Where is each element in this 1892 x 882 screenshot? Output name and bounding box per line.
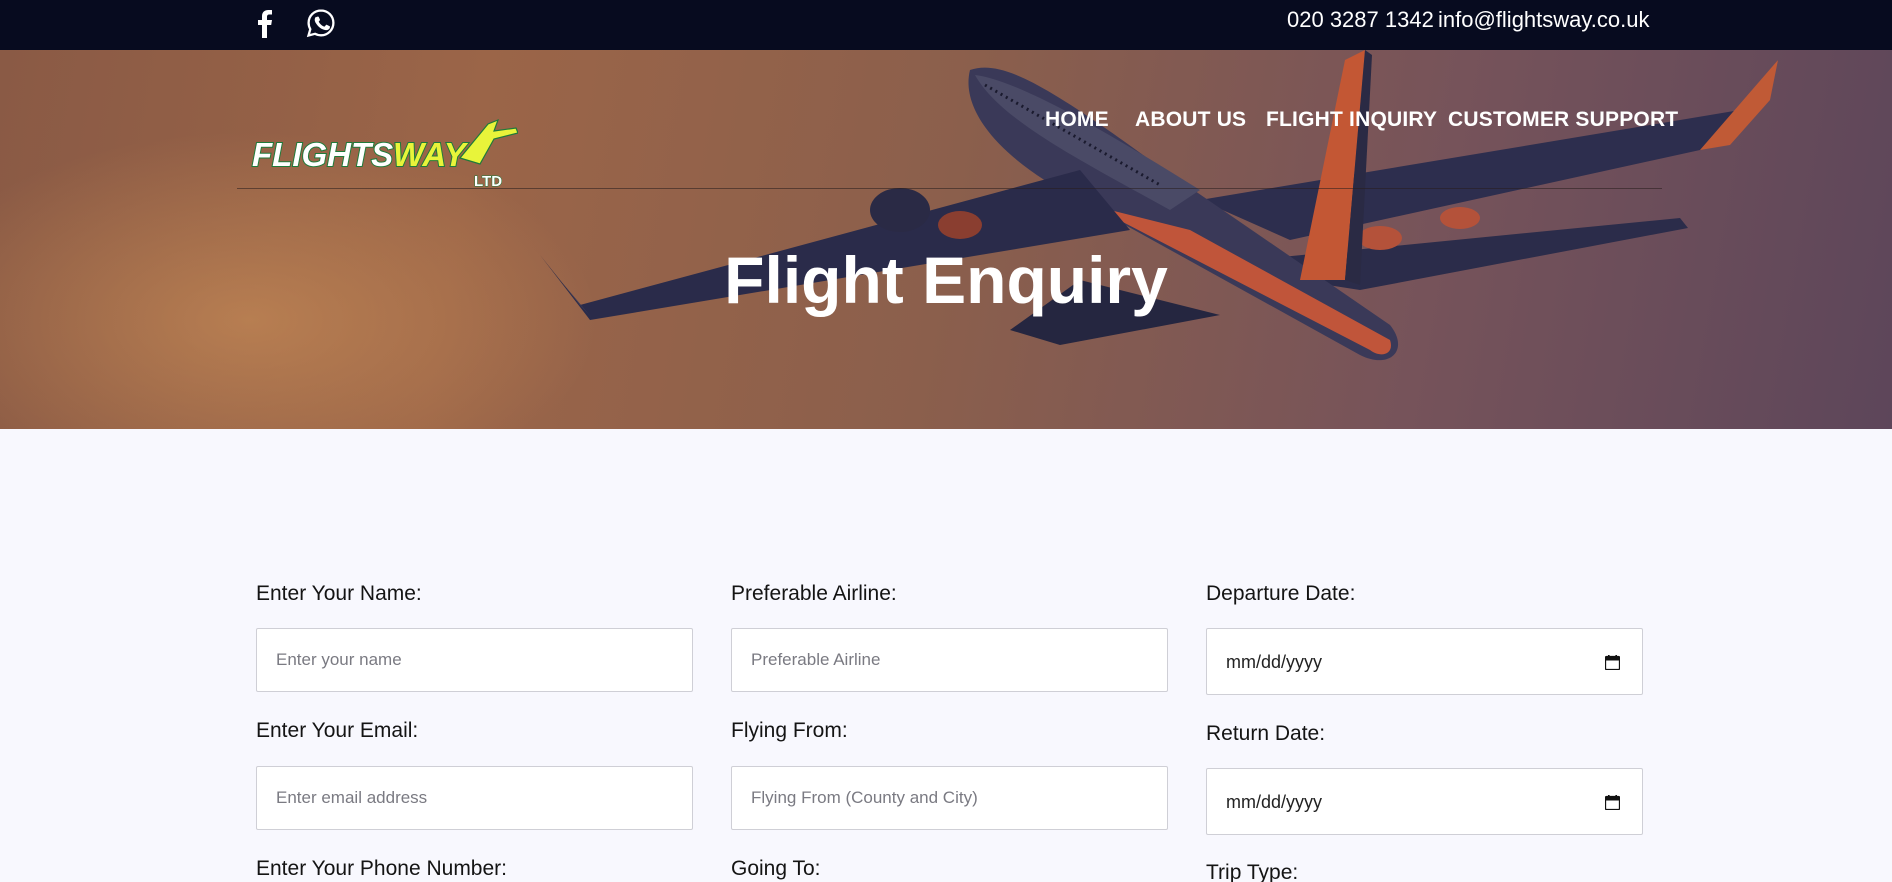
name-input[interactable]	[256, 628, 693, 692]
nav-about-us[interactable]: ABOUT US	[1135, 105, 1246, 135]
return-date-value: mm/dd/yyyy	[1226, 792, 1323, 812]
top-bar: 020 3287 1342 info@flightsway.co.uk	[0, 0, 1892, 50]
calendar-icon[interactable]	[1605, 795, 1620, 810]
flying-from-label: Flying From:	[731, 719, 848, 742]
phone-label: Enter Your Phone Number:	[256, 857, 507, 880]
airline-input[interactable]	[731, 628, 1168, 692]
nav-home[interactable]: HOME	[1045, 105, 1109, 135]
going-to-label: Going To:	[731, 857, 821, 880]
phone-number[interactable]: 020 3287 1342	[1287, 6, 1434, 34]
name-label: Enter Your Name:	[256, 582, 422, 605]
nav-flight-inquiry[interactable]: FLIGHT INQUIRY	[1266, 105, 1437, 135]
return-date-input[interactable]: mm/dd/yyyy	[1206, 768, 1643, 835]
whatsapp-icon[interactable]	[304, 6, 338, 40]
calendar-icon[interactable]	[1605, 655, 1620, 670]
svg-text:WAY: WAY	[393, 136, 469, 173]
hero-divider	[237, 188, 1662, 189]
return-date-label: Return Date:	[1206, 722, 1326, 745]
facebook-icon[interactable]	[247, 6, 281, 40]
flying-from-input[interactable]	[731, 766, 1168, 830]
email-address[interactable]: info@flightsway.co.uk	[1438, 6, 1649, 34]
airline-label: Preferable Airline:	[731, 582, 897, 605]
departure-date-value: mm/dd/yyyy	[1226, 652, 1323, 672]
hero-banner: FLIGHTS WAY LTD HOME ABOUT US FLIGHT INQ…	[0, 50, 1892, 429]
departure-date-input[interactable]: mm/dd/yyyy	[1206, 628, 1643, 695]
page-title: Flight Enquiry	[724, 243, 1168, 317]
svg-text:FLIGHTS: FLIGHTS	[252, 136, 393, 173]
trip-type-label: Trip Type:	[1206, 861, 1299, 882]
departure-date-label: Departure Date:	[1206, 582, 1356, 605]
email-input[interactable]	[256, 766, 693, 830]
email-label: Enter Your Email:	[256, 719, 419, 742]
nav-customer-support[interactable]: CUSTOMER SUPPORT	[1448, 105, 1678, 135]
flightsway-logo[interactable]: FLIGHTS WAY LTD	[248, 86, 518, 196]
facebook-icon-svg	[258, 10, 272, 38]
whatsapp-icon-svg	[306, 9, 335, 38]
